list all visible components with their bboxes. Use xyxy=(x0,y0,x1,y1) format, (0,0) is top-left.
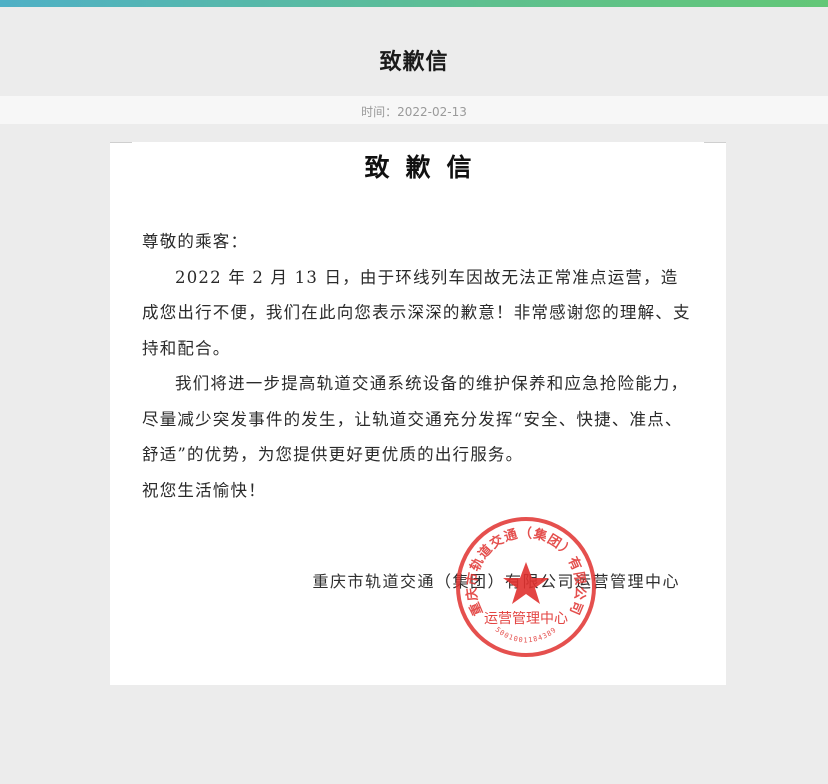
letter-body: 尊敬的乘客： 2022 年 2 月 13 日，由于环线列车因故无法正常准点运营，… xyxy=(142,224,694,508)
letter-image: 致歉信 尊敬的乘客： 2022 年 2 月 13 日，由于环线列车因故无法正常准… xyxy=(110,142,726,685)
page-title: 致歉信 xyxy=(379,50,449,75)
publish-date: 时间：2022-02-13 xyxy=(361,105,467,119)
seal-code: 5001001184389 xyxy=(494,626,558,645)
svg-text:5001001184389: 5001001184389 xyxy=(494,626,559,645)
letter-heading: 致歉信 xyxy=(364,153,488,182)
paragraph-apology: 2022 年 2 月 13 日，由于环线列车因故无法正常准点运营，造成您出行不便… xyxy=(142,267,691,358)
closing-wish: 祝您生活愉快！ xyxy=(142,480,266,500)
seal-graphic: 重庆市轨道交通（集团）有限公司 运营管理中心 5001001184389 xyxy=(456,517,596,657)
salutation: 尊敬的乘客： xyxy=(142,232,249,251)
official-seal-stamp: 重庆市轨道交通（集团）有限公司 运营管理中心 5001001184389 xyxy=(454,515,598,659)
corner-mark xyxy=(704,142,726,143)
top-accent-bar xyxy=(0,0,828,7)
seal-center-text: 运营管理中心 xyxy=(484,611,568,627)
paragraph-commitment: 我们将进一步提高轨道交通系统设备的维护保养和应急抢险能力，尽量减少突发事件的发生… xyxy=(142,374,689,464)
corner-mark xyxy=(110,142,132,143)
seal-star-icon xyxy=(503,562,549,604)
